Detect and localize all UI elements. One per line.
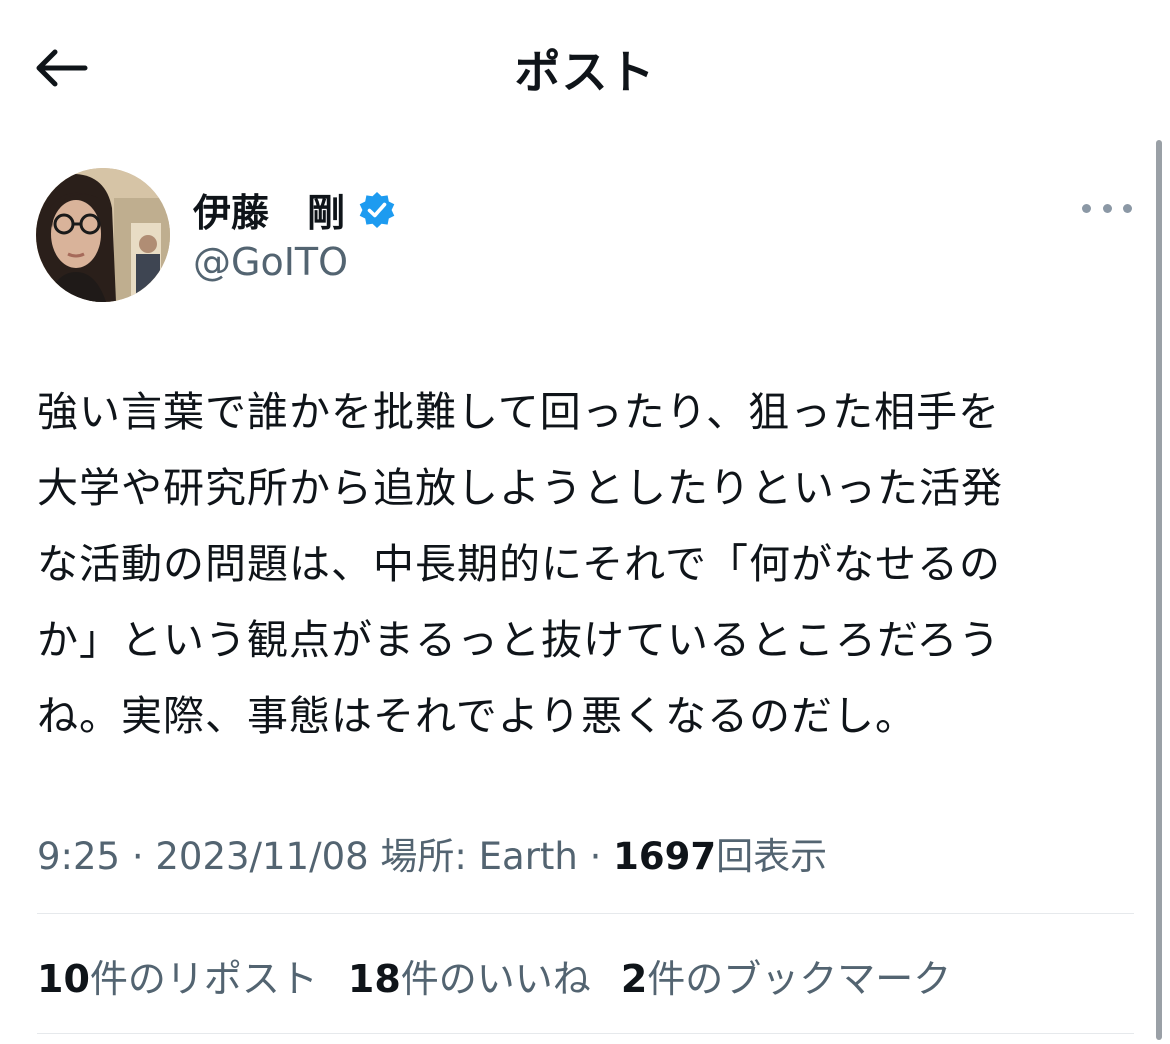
divider <box>37 913 1134 914</box>
bookmarks-count: 2 <box>620 957 648 1001</box>
author-name[interactable]: 伊藤 剛 <box>193 182 397 237</box>
post-location: 場所: Earth <box>380 835 578 878</box>
more-dots-icon <box>1102 203 1112 213</box>
avatar[interactable] <box>36 168 170 302</box>
more-options-button[interactable] <box>1082 196 1132 220</box>
post-time[interactable]: 9:25 <box>37 835 120 878</box>
post-page: ポスト 伊藤 剛 @GoITO 強い言葉で誰かを批難して回ったり、狙った相手を … <box>0 0 1170 1044</box>
more-dots-icon <box>1123 203 1132 213</box>
tweet-text-line: な活動の問題は、中長期的にそれで「何がなせるの <box>37 540 1001 588</box>
likes-stat[interactable]: 18件のいいね <box>348 948 591 1003</box>
divider <box>37 1033 1134 1034</box>
tweet-text-line: か」という観点がまるっと抜けているところだろう <box>37 616 1001 664</box>
likes-count: 18 <box>347 957 401 1001</box>
avatar-image <box>36 168 170 302</box>
author-handle[interactable]: @GoITO <box>193 240 348 284</box>
verified-badge-icon <box>359 191 395 228</box>
tweet-meta: 9:25 · 2023/11/08 場所: Earth · 1697回表示 <box>37 826 827 880</box>
bookmarks-stat[interactable]: 2件のブックマーク <box>621 948 951 1003</box>
page-title: ポスト <box>514 45 656 99</box>
tweet-text-line: 大学や研究所から追放しようとしたりといった活発 <box>37 464 1003 512</box>
engagement-stats: 10件のリポスト 18件のいいね 2件のブックマーク <box>37 948 981 1003</box>
post-date[interactable]: 2023/11/08 <box>155 835 368 878</box>
tweet-text-line: 強い言葉で誰かを批難して回ったり、狙った相手を <box>37 388 1001 436</box>
bookmarks-label: 件のブックマーク <box>647 957 952 1001</box>
meta-separator: · <box>577 835 614 878</box>
reposts-label: 件のリポスト <box>89 957 318 1001</box>
likes-label: 件のいいね <box>400 957 591 1001</box>
author-name-text: 伊藤 剛 <box>193 191 346 235</box>
more-dots-icon <box>1082 203 1091 213</box>
views-count: 1697 <box>613 835 717 878</box>
views-label: 回表示 <box>716 835 828 878</box>
meta-separator: · <box>120 835 156 878</box>
scrollbar[interactable] <box>1156 140 1162 1040</box>
reposts-count: 10 <box>37 957 90 1001</box>
tweet-text-line: ね。実際、事態はそれでより悪くなるのだし。 <box>37 692 917 740</box>
tweet-text: 強い言葉で誰かを批難して回ったり、狙った相手を 大学や研究所から追放しようとした… <box>37 374 1137 754</box>
reposts-stat[interactable]: 10件のリポスト <box>37 948 318 1003</box>
